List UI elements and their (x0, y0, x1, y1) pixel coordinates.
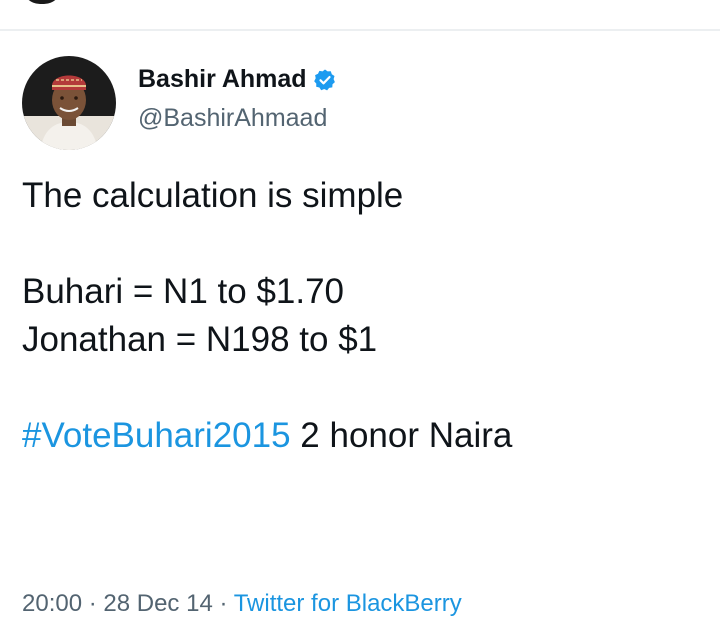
tweet-date[interactable]: 28 Dec 14 (103, 590, 212, 617)
name-row: Bashir Ahmad (138, 65, 337, 94)
display-name[interactable]: Bashir Ahmad (138, 65, 307, 94)
tweet-line: Jonathan = N198 to $1 (22, 320, 378, 359)
avatar[interactable] (22, 56, 116, 150)
tweet-source-link[interactable]: Twitter for BlackBerry (234, 590, 462, 617)
verified-badge-icon (313, 68, 337, 92)
tweet-meta: 20:00 · 28 Dec 14 · Twitter for BlackBer… (22, 590, 462, 618)
tweet-line: The calculation is simple (22, 176, 404, 215)
tweet-body: The calculation is simple Buhari = N1 to… (22, 172, 702, 460)
author-handle[interactable]: @BashirAhmaad (138, 104, 337, 133)
tweet-header: Bashir Ahmad @BashirAhmaad (22, 56, 337, 150)
tweet-time[interactable]: 20:00 (22, 590, 82, 617)
profile-photo-icon (22, 56, 116, 150)
hashtag-link[interactable]: #VoteBuhari2015 (22, 416, 291, 455)
meta-separator: · (82, 590, 104, 617)
tweet-line: Buhari = N1 to $1.70 (22, 272, 345, 311)
tweet-line-hashtag: #VoteBuhari2015 2 honor Naira (22, 412, 702, 460)
previous-item-edge (22, 0, 62, 4)
tweet-line-rest: 2 honor Naira (290, 416, 513, 455)
author-names: Bashir Ahmad @BashirAhmaad (138, 65, 337, 133)
meta-separator: · (212, 590, 234, 617)
divider (0, 29, 720, 31)
